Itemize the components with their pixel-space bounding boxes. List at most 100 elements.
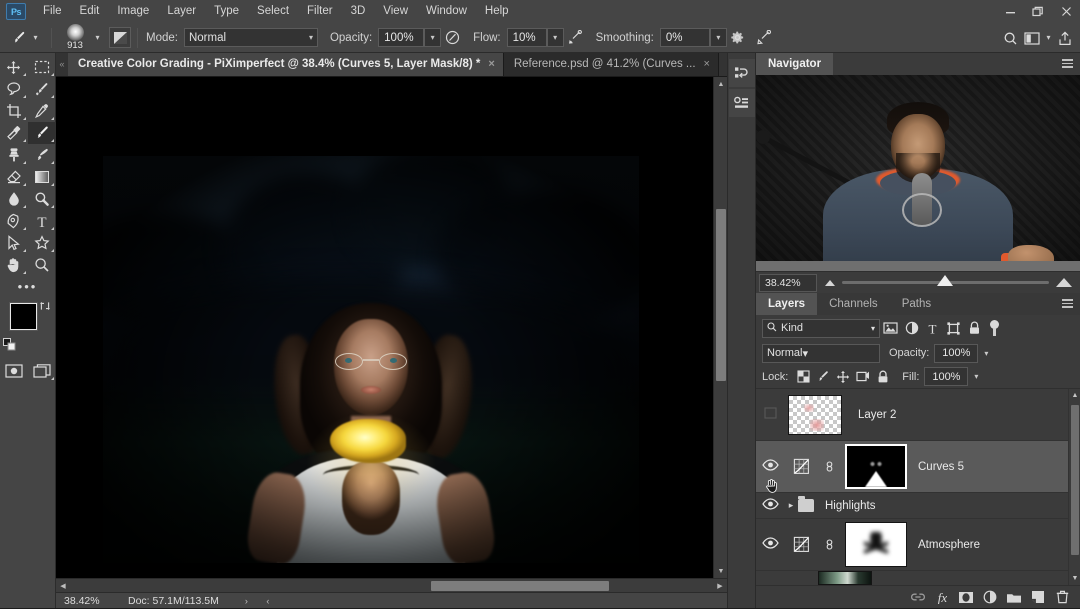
navigator-zoom-slider[interactable]: [817, 272, 1080, 294]
filter-adjustment-icon[interactable]: [901, 318, 922, 339]
vertical-scroll-thumb[interactable]: [716, 209, 726, 381]
tab-close-icon[interactable]: ×: [704, 58, 710, 70]
menu-layer[interactable]: Layer: [158, 1, 205, 22]
default-colors-icon[interactable]: [2, 338, 16, 354]
custom-shape-tool[interactable]: [28, 232, 56, 254]
scroll-up-icon[interactable]: ▲: [714, 77, 728, 91]
spot-healing-brush-tool[interactable]: [0, 122, 28, 144]
layer-thumbnail-cell[interactable]: [784, 394, 846, 435]
menu-image[interactable]: Image: [108, 1, 158, 22]
gear-icon[interactable]: [727, 27, 749, 49]
zoom-slider-track[interactable]: [842, 275, 1049, 286]
zoom-slider-thumb[interactable]: [937, 275, 954, 286]
tab-channels[interactable]: Channels: [817, 293, 890, 315]
workspace-icon[interactable]: [1021, 27, 1043, 49]
filter-smart-object-icon[interactable]: [964, 318, 985, 339]
delete-layer-icon[interactable]: [1050, 586, 1074, 609]
menu-3d[interactable]: 3D: [342, 1, 375, 22]
blend-mode-select[interactable]: Normal ▾: [183, 28, 318, 47]
tab-creative-color-grading[interactable]: Creative Color Grading - PiXimperfect @ …: [68, 52, 504, 76]
brush-size-preview[interactable]: 913: [58, 23, 92, 51]
tab-paths[interactable]: Paths: [889, 293, 944, 315]
tab-close-icon[interactable]: ×: [488, 58, 494, 70]
table-row[interactable]: Atmosphere: [756, 519, 1080, 571]
zoom-tool[interactable]: [28, 254, 56, 276]
foreground-color-swatch[interactable]: [9, 303, 37, 330]
crop-tool[interactable]: [0, 100, 28, 122]
menu-window[interactable]: Window: [417, 1, 476, 22]
table-row[interactable]: [756, 571, 1080, 585]
layer-fill-stepper[interactable]: ▾: [968, 367, 985, 386]
layer-mask-thumbnail-cell[interactable]: [840, 522, 912, 567]
layer-mask-thumbnail-cell[interactable]: [840, 444, 912, 489]
dodge-tool[interactable]: [28, 188, 56, 210]
table-row[interactable]: Layer 2: [756, 389, 1080, 441]
layer-visibility-toggle[interactable]: [756, 519, 784, 570]
layer-fill-input[interactable]: 100%: [924, 367, 969, 386]
layer-filter-kind-select[interactable]: Kind ▾: [762, 318, 880, 338]
opacity-stepper[interactable]: ▾: [424, 28, 442, 47]
layer-visibility-toggle[interactable]: [756, 441, 784, 492]
status-nav-arrows[interactable]: › ‹: [219, 596, 278, 606]
smoothing-stepper[interactable]: ▾: [709, 28, 727, 47]
search-icon[interactable]: [999, 27, 1021, 49]
navigator-zoom-input[interactable]: 38.42%: [759, 273, 817, 292]
layer-blend-mode-select[interactable]: Normal ▾: [762, 343, 880, 363]
rectangular-marquee-tool[interactable]: [28, 56, 56, 78]
workspace-chevron-icon[interactable]: ▾: [1043, 34, 1054, 42]
navigator-preview[interactable]: [756, 75, 1080, 271]
layer-list-scrollbar[interactable]: ▲ ▼: [1068, 389, 1080, 585]
link-layers-icon[interactable]: [906, 586, 930, 609]
brush-tool[interactable]: [27, 122, 56, 144]
scroll-down-icon[interactable]: ▼: [714, 564, 728, 578]
smoothing-input[interactable]: 0%: [659, 28, 710, 47]
edit-toolbar-icon[interactable]: •••: [0, 276, 56, 296]
tab-navigator[interactable]: Navigator: [756, 53, 834, 75]
layer-mask-link-icon[interactable]: [818, 459, 840, 474]
layer-name[interactable]: Highlights: [817, 500, 876, 512]
layer-name[interactable]: Layer 2: [846, 409, 896, 421]
history-panel-icon[interactable]: [728, 59, 755, 87]
canvas-viewport[interactable]: [56, 77, 713, 578]
scroll-right-icon[interactable]: ▶: [713, 579, 727, 593]
history-brush-tool[interactable]: [28, 144, 56, 166]
opacity-input[interactable]: 100%: [378, 28, 425, 47]
status-zoom-level[interactable]: 38.42%: [56, 595, 114, 607]
layer-list[interactable]: Layer 2 Curves 5 ▸ Highlights Atmosphere…: [756, 389, 1080, 585]
zoom-in-icon[interactable]: [1056, 278, 1072, 287]
eyedropper-tool[interactable]: [28, 100, 56, 122]
table-row[interactable]: ▸ Highlights: [756, 493, 1080, 519]
brush-preset-chevron-icon[interactable]: ▾: [92, 33, 103, 42]
layer-name[interactable]: Atmosphere: [912, 539, 980, 551]
layer-opacity-stepper[interactable]: ▾: [978, 343, 995, 363]
tab-layers[interactable]: Layers: [756, 293, 818, 315]
gradient-tool[interactable]: [28, 166, 56, 188]
clone-stamp-tool[interactable]: [0, 144, 28, 166]
scroll-up-icon[interactable]: ▲: [1069, 389, 1080, 402]
eraser-tool[interactable]: [0, 166, 28, 188]
zoom-out-icon[interactable]: [825, 279, 835, 286]
canvas-horizontal-scrollbar[interactable]: ◀ ▶: [56, 578, 727, 592]
lock-all-icon[interactable]: [873, 367, 893, 387]
filter-pixel-icon[interactable]: [880, 318, 901, 339]
menu-type[interactable]: Type: [205, 1, 248, 22]
flow-stepper[interactable]: ▾: [546, 28, 564, 47]
menu-file[interactable]: File: [34, 1, 71, 22]
add-layer-mask-icon[interactable]: [954, 586, 978, 609]
lock-transparent-pixels-icon[interactable]: [793, 367, 813, 387]
layer-name[interactable]: Curves 5: [912, 461, 964, 473]
status-document-size[interactable]: Doc: 57.1M/113.5M: [114, 595, 219, 607]
move-tool[interactable]: [0, 56, 28, 78]
quick-selection-tool[interactable]: [28, 78, 56, 100]
flow-input[interactable]: 10%: [506, 28, 547, 47]
scroll-left-icon[interactable]: ◀: [56, 579, 70, 593]
menu-help[interactable]: Help: [476, 1, 518, 22]
document-canvas[interactable]: [103, 156, 639, 563]
lock-position-icon[interactable]: [833, 367, 853, 387]
layer-scroll-thumb[interactable]: [1071, 405, 1079, 555]
share-icon[interactable]: [1054, 27, 1076, 49]
menu-filter[interactable]: Filter: [298, 1, 342, 22]
menu-view[interactable]: View: [374, 1, 417, 22]
tab-bar-grip[interactable]: «: [56, 52, 68, 76]
filter-shape-icon[interactable]: [943, 318, 964, 339]
